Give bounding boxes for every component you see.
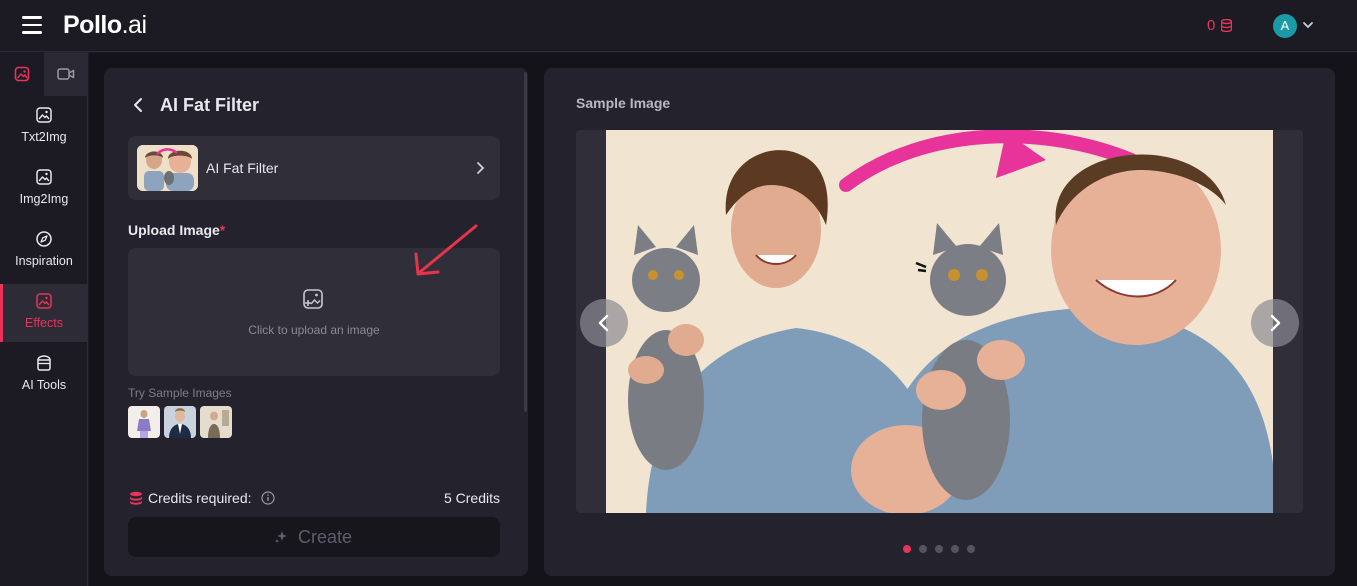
carousel-dot[interactable] — [935, 545, 943, 553]
sidebar-item-ai-tools[interactable]: AI Tools — [0, 346, 88, 404]
sidebar-item-img2img[interactable]: Img2Img — [0, 160, 88, 218]
chevron-left-icon — [598, 314, 609, 332]
upload-hint: Click to upload an image — [248, 323, 380, 337]
before-after-illustration — [606, 130, 1273, 513]
annotation-arrow-icon — [414, 224, 478, 276]
sidebar-item-label: Img2Img — [19, 192, 69, 206]
sample-image — [606, 130, 1273, 513]
sample-image-title: Sample Image — [576, 95, 671, 111]
image-to-image-icon — [36, 169, 52, 185]
sample-image-thumb[interactable] — [128, 406, 160, 438]
chevron-down-icon[interactable] — [1302, 19, 1314, 31]
create-button[interactable]: Create — [128, 517, 500, 557]
sample-carousel — [576, 130, 1303, 513]
sidebar-item-txt2img[interactable]: Txt2Img — [0, 98, 88, 156]
carousel-next-button[interactable] — [1251, 299, 1299, 347]
toolbox-icon — [37, 355, 51, 371]
info-icon[interactable] — [261, 491, 275, 505]
sidebar-item-inspiration[interactable]: Inspiration — [0, 222, 88, 280]
panel-scrollbar[interactable] — [524, 72, 527, 412]
carousel-dot[interactable] — [967, 545, 975, 553]
avatar[interactable]: A — [1273, 14, 1297, 38]
logo-main: Pollo — [63, 11, 122, 39]
page-title: AI Fat Filter — [160, 95, 260, 115]
video-camera-icon — [57, 68, 75, 80]
logo-suffix: .ai — [121, 11, 147, 39]
sample-images-label: Try Sample Images — [128, 386, 232, 400]
sidebar-item-label: Txt2Img — [21, 130, 67, 144]
sidebar-item-label: AI Tools — [21, 378, 67, 392]
chevron-right-icon — [1270, 314, 1281, 332]
upload-image-label: Upload Image* — [128, 222, 225, 238]
sample-image-thumb[interactable] — [164, 406, 196, 438]
effect-thumbnail — [137, 145, 198, 191]
tab-video-mode[interactable] — [44, 52, 88, 96]
image-icon — [14, 66, 30, 82]
sample-image-man-suit — [164, 406, 196, 438]
coin-stack-icon[interactable] — [1221, 19, 1232, 32]
hamburger-menu-icon[interactable] — [22, 16, 42, 34]
credits-required-label: Credits required: — [148, 490, 252, 506]
carousel-dot[interactable] — [903, 545, 911, 553]
sparkle-icon — [275, 531, 287, 543]
sidebar-item-effects[interactable]: Effects — [0, 284, 88, 342]
carousel-dot[interactable] — [919, 545, 927, 553]
tab-image-mode[interactable] — [0, 52, 44, 96]
compass-icon — [36, 231, 52, 247]
create-button-label: Create — [298, 527, 353, 547]
text-to-image-icon — [36, 107, 52, 123]
sample-image-person-room — [200, 406, 232, 438]
sidebar-item-label: Inspiration — [15, 254, 73, 268]
carousel-dot[interactable] — [951, 545, 959, 553]
logo[interactable]: Pollo.ai — [63, 11, 147, 40]
add-image-icon — [303, 289, 323, 309]
upload-label-text: Upload Image — [128, 222, 220, 238]
carousel-prev-button[interactable] — [580, 299, 628, 347]
credits-count[interactable]: 0 — [1207, 17, 1215, 34]
mode-tabs — [0, 52, 88, 96]
effect-name: AI Fat Filter — [206, 160, 279, 176]
top-header: Pollo.ai 0 A — [0, 0, 1357, 52]
sample-image-thumb[interactable] — [200, 406, 232, 438]
sidebar-item-label: Effects — [25, 316, 63, 330]
coin-stack-icon — [130, 491, 142, 505]
sample-image-woman — [128, 406, 160, 438]
back-arrow-icon[interactable] — [131, 97, 145, 113]
required-mark: * — [219, 222, 226, 238]
credits-value: 5 Credits — [443, 490, 500, 506]
sidebar: Txt2Img Img2Img Inspiration Effects AI T… — [0, 52, 88, 586]
chevron-right-icon — [477, 162, 485, 174]
effect-selector[interactable]: AI Fat Filter — [128, 136, 500, 200]
effects-icon — [36, 293, 52, 309]
